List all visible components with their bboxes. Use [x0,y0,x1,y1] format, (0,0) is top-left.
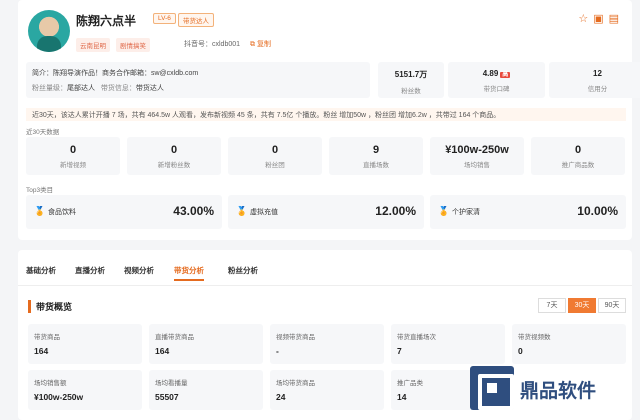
credit-score-stat: 12 信用分 [549,62,640,98]
compare-icon[interactable]: ▣ [593,13,608,25]
range-90d-button[interactable]: 90天 [598,298,626,313]
profile-card: 陈翔六点半 LV-6 带货达人 云南昆明 剧情搞笑 抖音号：cxldb001 ⧉… [18,0,640,240]
douyin-id: 抖音号：cxldb001 [184,41,241,48]
metric-new-videos: 0 新增视频 [26,137,120,175]
metric-live-count: 9 直播场数 [329,137,423,175]
overview-cell: 场均销售额 ¥100w-250w [28,370,142,410]
location-tag: 云南昆明 [76,38,110,52]
category-item: 🏅 个护家清 10.00% [430,195,626,229]
tab-basic[interactable]: 基础分析 [26,265,56,276]
medal-icon: 🏅 [236,206,248,216]
overview-cell: 带货视频数 0 [512,324,626,364]
summary-notice: 近30天，该达人累计开播 7 场，共有 464.5w 人观看，发布新视频 45 … [26,108,626,121]
intro-text: 简介：陈翔导演作品！商务合作邮箱：sw@cxldb.com [32,70,199,77]
metric-fan-club: 0 粉丝团 [228,137,322,175]
tab-live[interactable]: 直播分析 [75,265,105,276]
overview-cell: 场均带货商品 24 [270,370,384,410]
tab-goods[interactable]: 带货分析 [174,265,204,281]
medal-icon: 🏅 [34,206,46,216]
overview-cell: 视频带货商品 - [270,324,384,364]
copy-button[interactable]: ⧉ 复制 [250,39,271,49]
seller-badge: 带货达人 [178,13,214,27]
reputation-high-badge: 高 [500,72,511,78]
category-tag: 剧情搞笑 [116,38,150,52]
recent-section-label: 近30天数据 [26,129,60,136]
top3-section-label: Top3类目 [26,187,54,194]
intro-box: 简介：陈翔导演作品！商务合作邮箱：sw@cxldb.com 粉丝量级：尾部达人 … [26,62,370,98]
share-icon[interactable]: ▤ [609,13,624,25]
range-7d-button[interactable]: 7天 [538,298,566,313]
metric-promo-products: 0 推广商品数 [531,137,625,175]
profile-name: 陈翔六点半 [76,14,137,28]
copy-icon: ⧉ [250,41,255,48]
tab-video[interactable]: 视频分析 [124,265,154,276]
analysis-tabs: 基础分析 直播分析 视频分析 带货分析 粉丝分析 [18,250,632,286]
watermark: 鼎品软件 [470,364,620,412]
overview-cell: 场均看播量 55507 [149,370,263,410]
watermark-text: 鼎品软件 [520,381,597,402]
level-badge: LV-6 [153,13,176,24]
fans-count-stat: 5151.7万 粉丝数 [378,62,444,98]
avatar[interactable] [28,10,70,52]
header-actions: ☆▣▤ [578,12,624,25]
tab-fans[interactable]: 粉丝分析 [228,265,258,276]
category-item: 🏅 食品饮料 43.00% [26,195,222,229]
metric-new-fans: 0 新增粉丝数 [127,137,221,175]
overview-title: 带货概览 [28,300,72,313]
reputation-stat: 4.89 高 带货口碑 [448,62,545,98]
overview-cell: 带货直播场次 7 [391,324,505,364]
brand-logo-icon [470,366,514,410]
overview-cell: 直播带货商品 164 [149,324,263,364]
category-item: 🏅 虚拟充值 12.00% [228,195,424,229]
overview-cell: 带货商品 164 [28,324,142,364]
metric-avg-sales: ¥100w-250w 场均销售 [430,137,524,175]
medal-icon: 🏅 [438,206,450,216]
range-30d-button[interactable]: 30天 [568,298,596,313]
star-icon[interactable]: ☆ [578,13,593,25]
intro-meta: 粉丝量级：尾部达人 带货信息：带货达人 [32,85,164,92]
